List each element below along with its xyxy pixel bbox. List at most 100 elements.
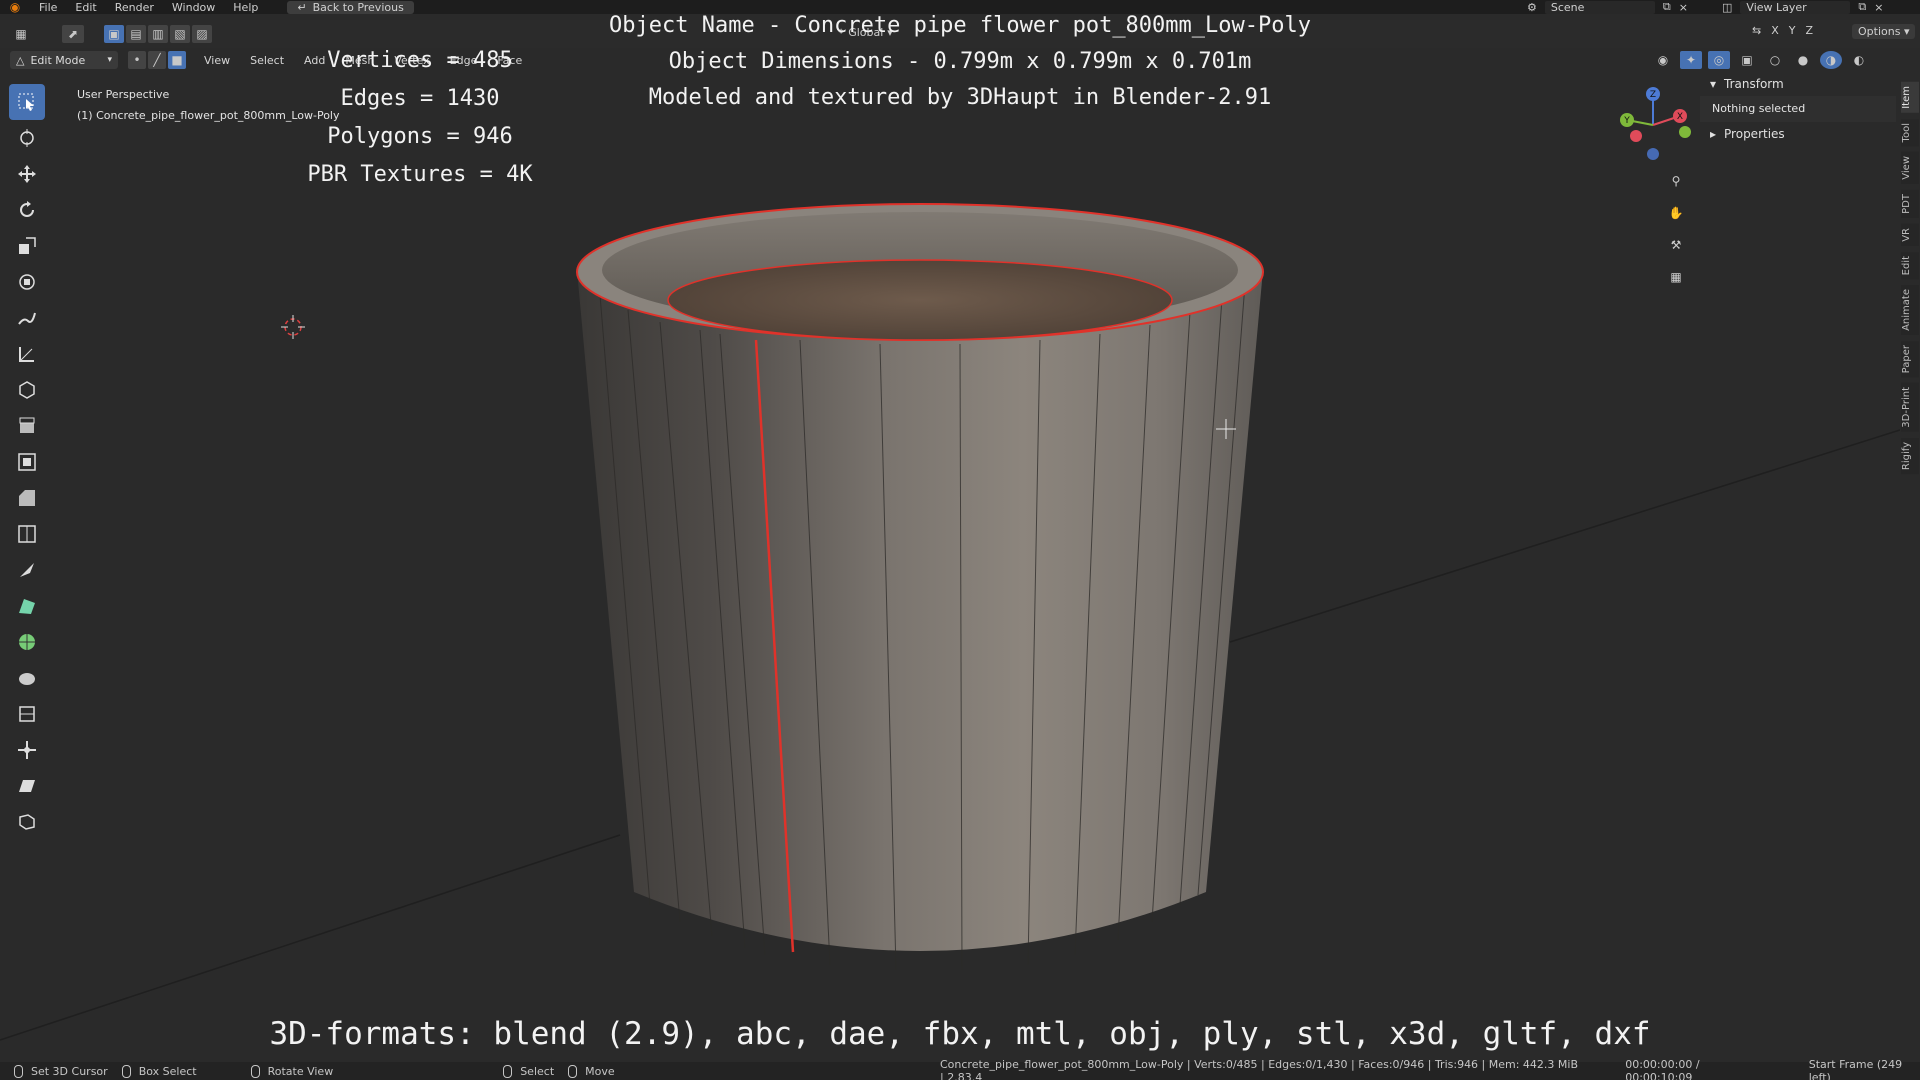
cursor-tool[interactable]	[9, 120, 45, 156]
pan-hand-icon[interactable]: ✋	[1663, 200, 1689, 226]
object-name-text: Object Name - Concrete pipe flower pot_8…	[609, 13, 1311, 38]
extrude-icon	[19, 417, 35, 433]
shear-icon	[19, 780, 35, 792]
annotate-tool[interactable]	[9, 300, 45, 336]
annotate-icon	[18, 312, 36, 325]
nothing-selected-text: Nothing selected	[1700, 96, 1896, 122]
mouse-right-icon	[503, 1064, 513, 1078]
bevel-icon	[19, 490, 35, 506]
add-cube-icon	[19, 381, 35, 399]
properties-label: Properties	[1724, 127, 1785, 141]
move-tool[interactable]	[9, 156, 45, 192]
extrude-tool[interactable]	[9, 408, 45, 444]
camera-view-icon[interactable]: ⚒	[1663, 232, 1689, 258]
tab-3d-print[interactable]: 3D-Print	[1901, 383, 1919, 432]
svg-text:Y: Y	[1623, 116, 1630, 126]
measure-icon	[19, 347, 34, 362]
tab-pdt[interactable]: PDT	[1901, 189, 1919, 218]
scale-icon	[19, 237, 36, 254]
move-label: Move	[585, 1064, 615, 1078]
transform-icon	[19, 274, 35, 290]
scale-tool[interactable]	[9, 228, 45, 264]
3d-viewport[interactable]: User Perspective (1) Concrete_pipe_flowe…	[0, 72, 1900, 1062]
mouse-right-drag-icon	[568, 1064, 578, 1078]
spin-icon	[19, 634, 35, 650]
grid-line	[0, 834, 621, 1041]
formats-overlay: 3D-formats: blend (2.9), abc, dae, fbx, …	[269, 1016, 1651, 1052]
mouse-crosshair-icon	[1216, 419, 1236, 439]
pot-body	[577, 270, 1263, 951]
move-icon	[18, 165, 36, 183]
cursor-icon	[20, 129, 34, 147]
status-select: Select	[503, 1064, 555, 1078]
add-cube-tool[interactable]	[9, 372, 45, 408]
tab-item[interactable]: Item	[1901, 82, 1919, 113]
status-bar: Set 3D Cursor Box Select Rotate View Sel…	[0, 1058, 1920, 1080]
tab-animate[interactable]: Animate	[1901, 284, 1919, 335]
shear-tool[interactable]	[9, 768, 45, 804]
tab-edit[interactable]: Edit	[1901, 251, 1919, 279]
poly-build-tool[interactable]	[9, 588, 45, 624]
collapse-down-icon: ▾	[1710, 77, 1717, 91]
object-dimensions-text: Object Dimensions - 0.799m x 0.799m x 0.…	[668, 49, 1252, 74]
rotate-tool[interactable]	[9, 192, 45, 228]
status-move: Move	[568, 1064, 615, 1078]
3d-cursor-icon[interactable]	[281, 315, 305, 339]
zoom-icon[interactable]: ⚲	[1663, 168, 1689, 194]
spin-tool[interactable]	[9, 624, 45, 660]
textures-info: PBR Textures = 4K	[307, 162, 533, 187]
tab-tool[interactable]: Tool	[1901, 118, 1919, 147]
rotate-view-label: Rotate View	[267, 1064, 334, 1078]
tab-vr[interactable]: VR	[1901, 223, 1919, 246]
tab-rigify[interactable]: Rigify	[1901, 437, 1919, 474]
scene-stats-text: Concrete_pipe_flower_pot_800mm_Low-Poly …	[940, 1058, 1579, 1080]
vertices-count: Vertices = 485	[327, 48, 513, 73]
tool-shelf	[6, 84, 48, 840]
knife-tool[interactable]	[9, 552, 45, 588]
mesh-stats-overlay: Vertices = 485 Edges = 1430 Polygons = 9…	[300, 42, 540, 194]
viewport-scene	[0, 203, 1900, 1041]
rip-region-icon	[19, 814, 35, 830]
mouse-left-icon	[14, 1064, 23, 1078]
knife-icon	[20, 563, 34, 577]
edge-slide-tool[interactable]	[9, 696, 45, 732]
status-box-select: Box Select	[121, 1064, 197, 1078]
n-panel-sidebar: ▾ Transform Nothing selected ▸ Propertie…	[1700, 72, 1896, 144]
transform-panel-header[interactable]: ▾ Transform	[1700, 72, 1896, 96]
loop-cut-tool[interactable]	[9, 516, 45, 552]
grid-line	[1229, 429, 1900, 643]
set-cursor-label: Set 3D Cursor	[31, 1064, 108, 1078]
status-right: Concrete_pipe_flower_pot_800mm_Low-Poly …	[940, 1058, 1920, 1080]
box-select-label: Box Select	[138, 1064, 197, 1078]
svg-text:Z: Z	[1650, 90, 1656, 100]
tab-view[interactable]: View	[1901, 152, 1919, 184]
status-rotate-view: Rotate View	[250, 1064, 334, 1078]
smooth-tool[interactable]	[9, 660, 45, 696]
mouse-middle-icon	[250, 1064, 260, 1078]
smooth-icon	[19, 673, 35, 685]
shrink-fatten-tool[interactable]	[9, 732, 45, 768]
loop-cut-icon	[18, 525, 36, 543]
transform-label: Transform	[1724, 77, 1784, 91]
properties-panel-header[interactable]: ▸ Properties	[1700, 122, 1896, 146]
measure-tool[interactable]	[9, 336, 45, 372]
rip-region-tool[interactable]	[9, 804, 45, 840]
mouse-drag-icon	[121, 1064, 131, 1078]
svg-text:X: X	[1677, 112, 1683, 122]
tab-paper[interactable]: Paper	[1901, 340, 1919, 378]
select-label: Select	[520, 1064, 555, 1078]
bevel-tool[interactable]	[9, 480, 45, 516]
rotate-icon	[20, 201, 34, 217]
ortho-grid-icon[interactable]: ▦	[1663, 264, 1689, 290]
status-set-cursor: Set 3D Cursor	[14, 1064, 108, 1078]
sidebar-tabs: Item Tool View PDT VR Edit Animate Paper…	[1900, 82, 1920, 474]
shrink-fatten-icon	[18, 741, 36, 759]
inset-tool[interactable]	[9, 444, 45, 480]
inset-icon	[18, 453, 36, 471]
pot-soil	[667, 259, 1173, 341]
polygons-count: Polygons = 946	[327, 124, 513, 149]
navigation-gizmo[interactable]: Z X Y	[1612, 84, 1694, 166]
poly-build-icon	[19, 599, 35, 614]
edge-slide-icon	[19, 706, 35, 722]
transform-tool[interactable]	[9, 264, 45, 300]
